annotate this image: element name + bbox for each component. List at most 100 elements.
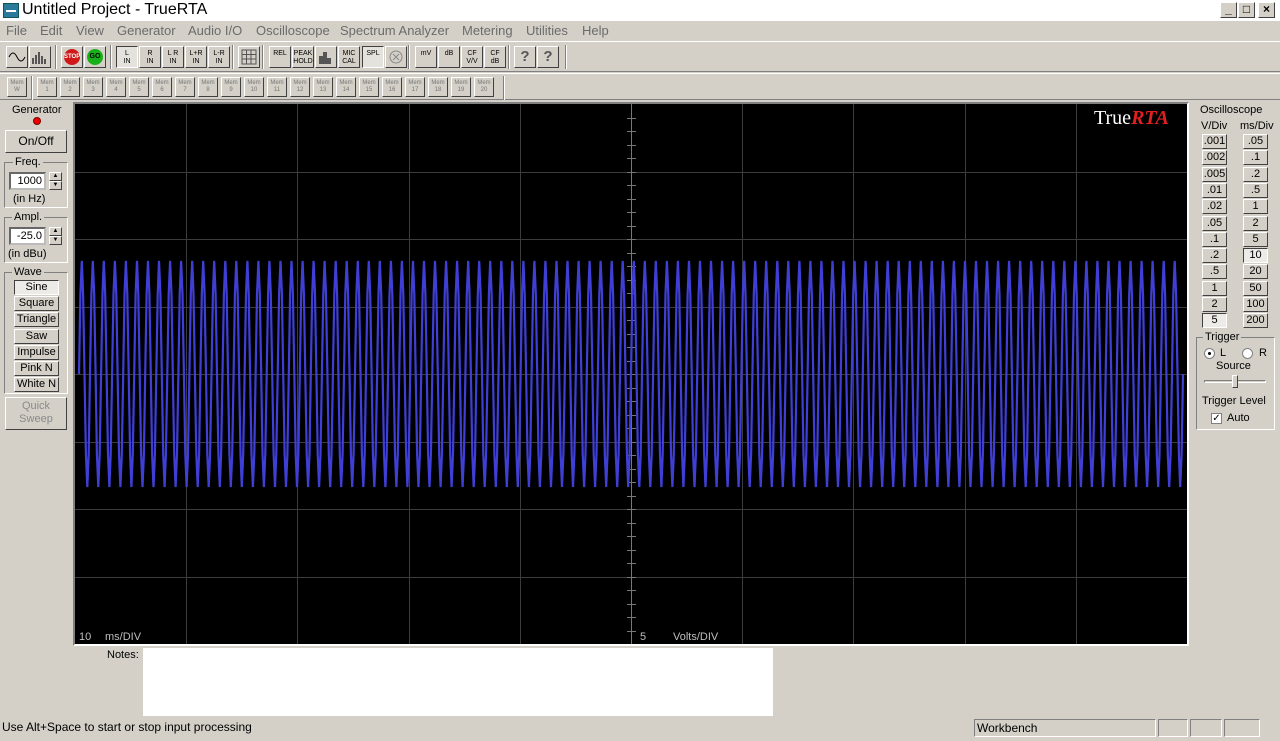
msdiv-button[interactable]: 5 bbox=[1243, 231, 1268, 247]
vdiv-button[interactable]: .1 bbox=[1202, 231, 1227, 247]
msdiv-button[interactable]: .1 bbox=[1243, 150, 1268, 166]
wave-white-n-button[interactable]: White N bbox=[14, 377, 59, 393]
r-in-button[interactable]: R IN bbox=[139, 46, 161, 68]
maximize-button[interactable]: □ bbox=[1238, 2, 1255, 18]
wave-triangle-button[interactable]: Triangle bbox=[14, 312, 59, 328]
freq-up-button[interactable]: ▲ bbox=[49, 172, 62, 181]
mem-20-button[interactable]: Mem 20 bbox=[474, 77, 494, 97]
mem-8-button[interactable]: Mem 8 bbox=[198, 77, 218, 97]
wave-pink-n-button[interactable]: Pink N bbox=[14, 361, 59, 376]
ampl-down-button[interactable]: ▼ bbox=[49, 236, 62, 245]
mem-10-button[interactable]: Mem 10 bbox=[244, 77, 264, 97]
cf-vv-button[interactable]: CF V/V bbox=[461, 46, 483, 68]
menu-help[interactable]: Help bbox=[582, 23, 609, 38]
wave-saw-button[interactable]: Saw bbox=[14, 328, 59, 344]
mem-16-button[interactable]: Mem 16 bbox=[382, 77, 402, 97]
minimize-button[interactable]: _ bbox=[1220, 2, 1237, 18]
wave-sine-button[interactable]: Sine bbox=[14, 280, 59, 295]
freq-input[interactable]: 1000 bbox=[9, 172, 46, 190]
mem-12-button[interactable]: Mem 12 bbox=[290, 77, 310, 97]
ampl-up-button[interactable]: ▲ bbox=[49, 227, 62, 236]
ampl-input[interactable]: -25.0 bbox=[9, 227, 46, 245]
msdiv-button[interactable]: 200 bbox=[1243, 313, 1268, 329]
mem-1-button[interactable]: Mem 1 bbox=[37, 77, 57, 97]
sine-wave-view-button[interactable] bbox=[6, 46, 28, 68]
mem-2-button[interactable]: Mem 2 bbox=[60, 77, 80, 97]
notes-textarea[interactable] bbox=[143, 648, 773, 716]
generator-onoff-button[interactable]: On/Off bbox=[5, 130, 67, 153]
cf-db-button[interactable]: CF dB bbox=[484, 46, 506, 68]
menu-utilities[interactable]: Utilities bbox=[526, 23, 568, 38]
menu-metering[interactable]: Metering bbox=[462, 23, 513, 38]
stop-button[interactable]: STOP bbox=[61, 46, 83, 68]
mv-button[interactable]: mV bbox=[415, 46, 437, 68]
wave-impulse-button[interactable]: Impulse bbox=[14, 344, 59, 360]
vdiv-button[interactable]: .05 bbox=[1202, 215, 1227, 231]
vdiv-button[interactable]: 1 bbox=[1202, 280, 1227, 296]
spl-button[interactable]: SPL bbox=[362, 46, 384, 68]
rta-view-button[interactable] bbox=[29, 46, 51, 68]
close-button[interactable]: × bbox=[1258, 2, 1275, 18]
mem-11-button[interactable]: Mem 11 bbox=[267, 77, 287, 97]
auto-checkbox[interactable]: ✓ bbox=[1211, 413, 1222, 424]
source-l-radio[interactable] bbox=[1204, 348, 1215, 359]
msdiv-button[interactable]: 20 bbox=[1243, 264, 1268, 280]
trigger-level-slider[interactable] bbox=[1232, 375, 1238, 388]
freq-down-button[interactable]: ▼ bbox=[49, 181, 62, 190]
lplusr-in-button[interactable]: L+R IN bbox=[185, 46, 207, 68]
menu-spectrum-analyzer[interactable]: Spectrum Analyzer bbox=[340, 23, 449, 38]
mem-4-button[interactable]: Mem 4 bbox=[106, 77, 126, 97]
bar-graph-button[interactable] bbox=[315, 46, 337, 68]
wave-square-button[interactable]: Square bbox=[14, 296, 59, 312]
vdiv-button[interactable]: 2 bbox=[1202, 297, 1227, 312]
mem-w-button[interactable]: Mem W bbox=[7, 77, 27, 97]
mem-6-button[interactable]: Mem 6 bbox=[152, 77, 172, 97]
db-button[interactable]: dB bbox=[438, 46, 460, 68]
mem-19-button[interactable]: Mem 19 bbox=[451, 77, 471, 97]
msdiv-button[interactable]: 2 bbox=[1243, 215, 1268, 231]
mem-18-button[interactable]: Mem 18 bbox=[428, 77, 448, 97]
mem-17-button[interactable]: Mem 17 bbox=[405, 77, 425, 97]
mem-9-button[interactable]: Mem 9 bbox=[221, 77, 241, 97]
vdiv-button[interactable]: .02 bbox=[1202, 199, 1227, 215]
l-in-button[interactable]: L IN bbox=[116, 46, 138, 68]
mem-14-button[interactable]: Mem 14 bbox=[336, 77, 356, 97]
rel-button[interactable]: REL bbox=[269, 46, 291, 68]
lminusr-in-button[interactable]: L-R IN bbox=[208, 46, 230, 68]
msdiv-button[interactable]: 100 bbox=[1243, 297, 1268, 312]
mem-15-button[interactable]: Mem 15 bbox=[359, 77, 379, 97]
mem-3-button[interactable]: Mem 3 bbox=[83, 77, 103, 97]
msdiv-button[interactable]: .05 bbox=[1243, 134, 1268, 149]
vdiv-button[interactable]: .5 bbox=[1202, 264, 1227, 280]
source-r-radio[interactable] bbox=[1242, 348, 1253, 359]
mem-5-button[interactable]: Mem 5 bbox=[129, 77, 149, 97]
app-icon[interactable] bbox=[3, 3, 19, 18]
menu-view[interactable]: View bbox=[76, 23, 104, 38]
vdiv-button[interactable]: .002 bbox=[1202, 150, 1227, 166]
vdiv-button[interactable]: .01 bbox=[1202, 182, 1227, 198]
menu-oscilloscope[interactable]: Oscilloscope bbox=[256, 23, 330, 38]
msdiv-button[interactable]: .2 bbox=[1243, 166, 1268, 182]
msdiv-button[interactable]: 1 bbox=[1243, 199, 1268, 215]
vdiv-button[interactable]: .2 bbox=[1202, 248, 1227, 264]
menu-file[interactable]: File bbox=[6, 23, 27, 38]
weighting-button[interactable] bbox=[385, 46, 407, 68]
vdiv-button[interactable]: 5 bbox=[1202, 313, 1227, 329]
menu-audio-i-o[interactable]: Audio I/O bbox=[188, 23, 242, 38]
help-button[interactable]: ? bbox=[514, 46, 536, 68]
quick-sweep-button[interactable]: Quick Sweep bbox=[5, 397, 67, 430]
mem-7-button[interactable]: Mem 7 bbox=[175, 77, 195, 97]
msdiv-button[interactable]: .5 bbox=[1243, 182, 1268, 198]
peak-hold-button[interactable]: PEAK HOLD bbox=[292, 46, 314, 68]
vdiv-button[interactable]: .001 bbox=[1202, 134, 1227, 149]
msdiv-button[interactable]: 10 bbox=[1243, 248, 1268, 264]
vdiv-button[interactable]: .005 bbox=[1202, 166, 1227, 182]
lr-in-button[interactable]: L R IN bbox=[162, 46, 184, 68]
mem-13-button[interactable]: Mem 13 bbox=[313, 77, 333, 97]
grid-button[interactable] bbox=[238, 46, 260, 68]
context-help-button[interactable]: ? bbox=[537, 46, 559, 68]
mic-cal-button[interactable]: MIC CAL bbox=[338, 46, 360, 68]
go-button[interactable]: GO bbox=[84, 46, 106, 68]
menu-generator[interactable]: Generator bbox=[117, 23, 176, 38]
menu-edit[interactable]: Edit bbox=[40, 23, 62, 38]
